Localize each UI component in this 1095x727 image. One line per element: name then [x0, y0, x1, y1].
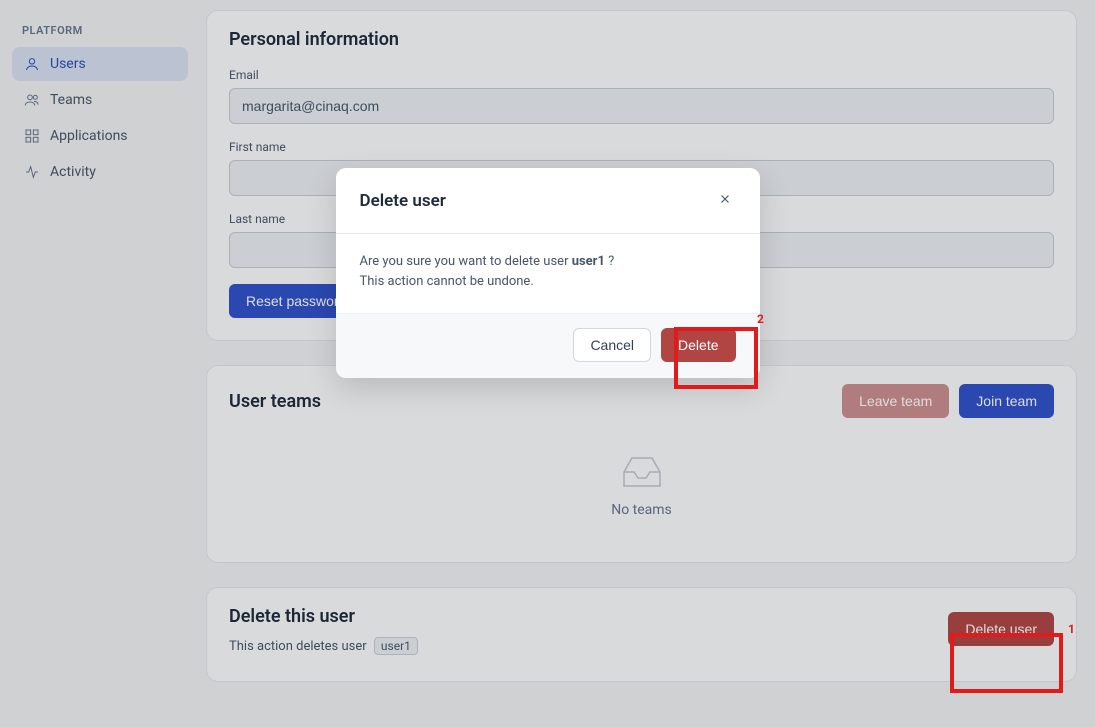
- close-icon: [718, 192, 732, 206]
- delete-user-modal: Delete user Are you sure you want to del…: [336, 168, 760, 378]
- annotation-label-2: 2: [757, 312, 764, 326]
- modal-body: Are you sure you want to delete user use…: [336, 234, 760, 313]
- close-button[interactable]: [714, 188, 736, 213]
- modal-overlay[interactable]: Delete user Are you sure you want to del…: [0, 0, 1095, 727]
- annotation-label-1: 1: [1068, 622, 1075, 636]
- modal-title: Delete user: [360, 191, 446, 211]
- confirm-delete-button[interactable]: Delete: [661, 328, 735, 362]
- cancel-button[interactable]: Cancel: [573, 328, 651, 362]
